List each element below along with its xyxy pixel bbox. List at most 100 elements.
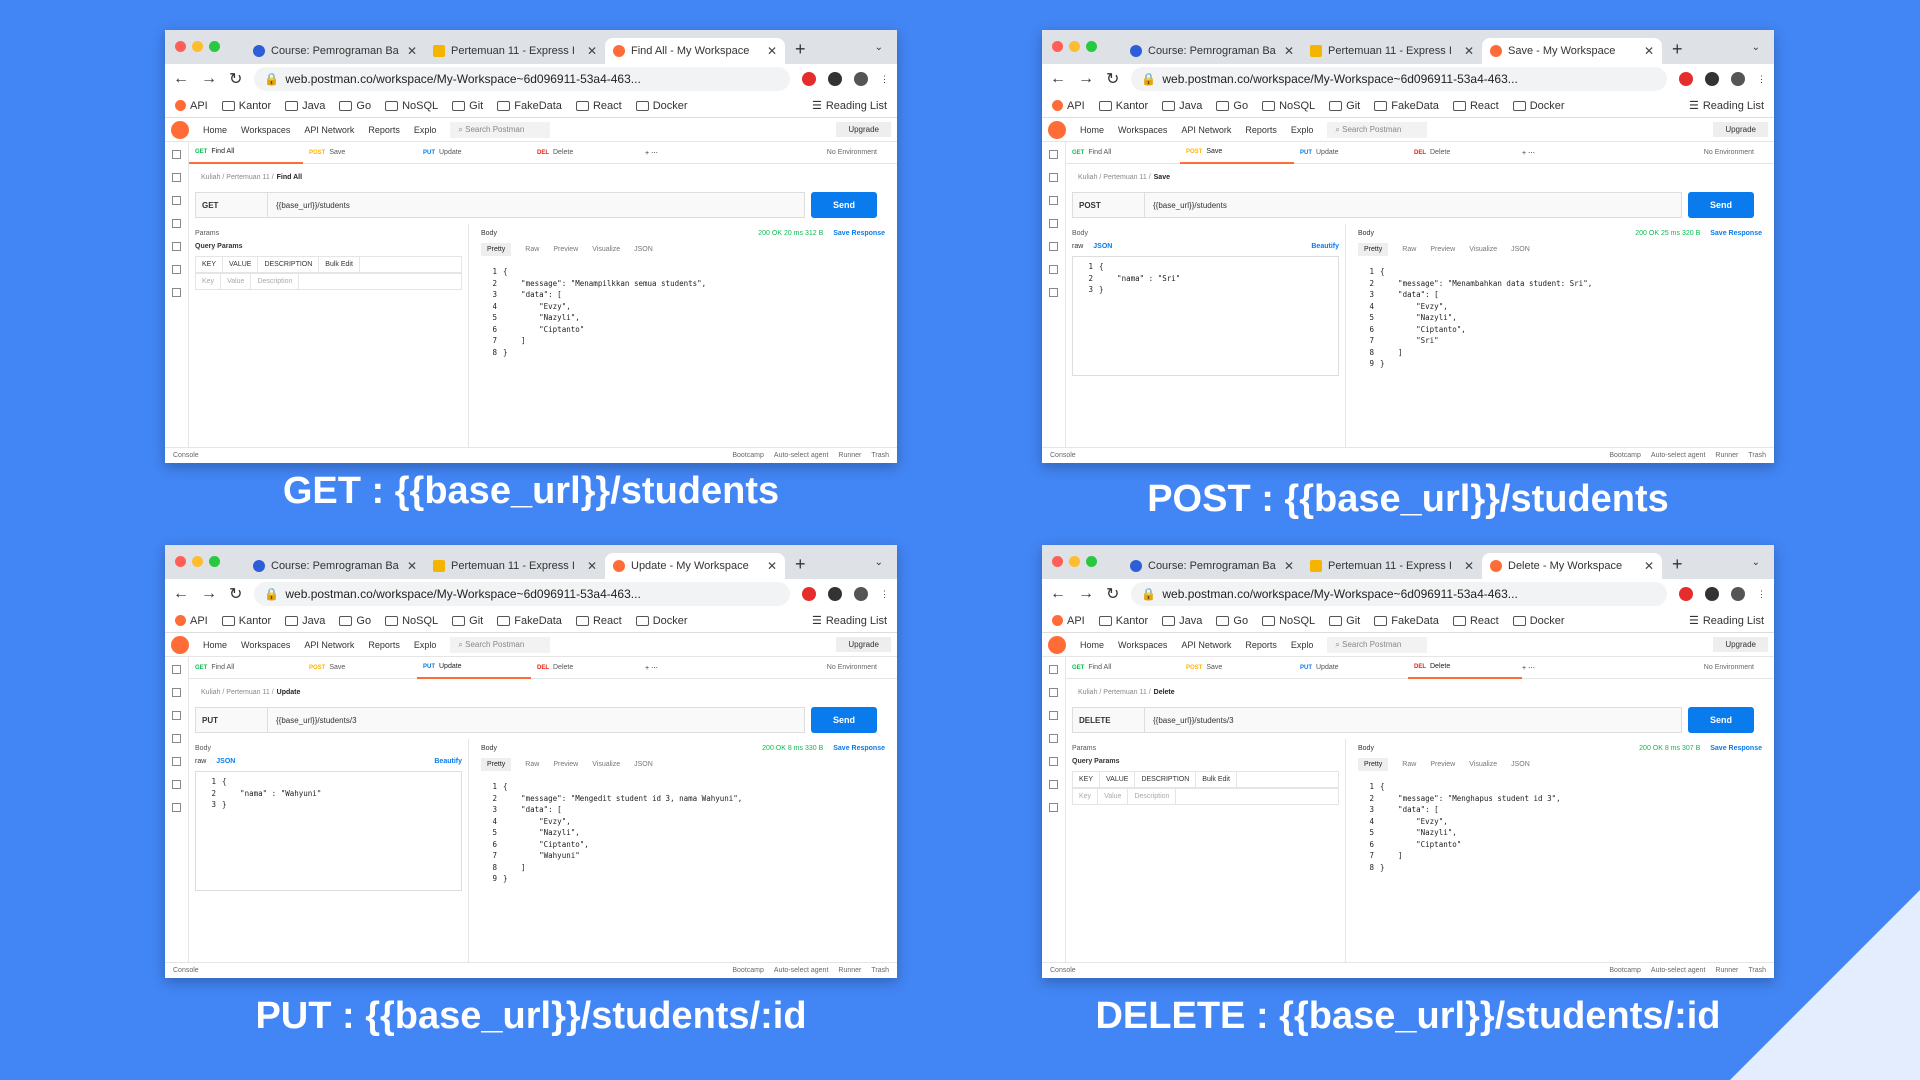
footer-item[interactable]: Bootcamp: [732, 967, 764, 974]
request-tab[interactable]: PUT Update: [417, 142, 531, 164]
response-view-tab[interactable]: JSON: [634, 246, 653, 253]
params-tab[interactable]: Params: [195, 230, 462, 237]
sidebar-icon[interactable]: [172, 711, 181, 720]
footer-item[interactable]: Runner: [1715, 967, 1738, 974]
chevron-down-icon[interactable]: ⌄: [875, 42, 883, 53]
nav-item[interactable]: API Network: [304, 640, 354, 650]
sidebar-icon[interactable]: [172, 688, 181, 697]
bookmark-folder[interactable]: FakeData: [1374, 615, 1439, 627]
browser-tab[interactable]: Course: Pemrograman Ba ✕: [245, 553, 425, 579]
bookmark-folder[interactable]: Java: [1162, 615, 1202, 627]
request-tab[interactable]: PUT Update: [1294, 657, 1408, 679]
request-body-editor[interactable]: 1 2 3 { "nama" : "Wahyuni" }: [195, 771, 462, 891]
close-tab-icon[interactable]: ✕: [407, 559, 417, 573]
sidebar-icon[interactable]: [1049, 288, 1058, 297]
response-view-tab[interactable]: Raw: [525, 246, 539, 253]
bookmark-folder[interactable]: Go: [339, 615, 371, 627]
footer-item[interactable]: Bootcamp: [1609, 967, 1641, 974]
menu-dots-icon[interactable]: ⋮: [1757, 589, 1766, 600]
browser-tab-active[interactable]: Update - My Workspace ✕: [605, 553, 785, 579]
zoom-button[interactable]: [209, 41, 220, 52]
request-tab[interactable]: DEL Delete: [531, 142, 645, 164]
bookmark-folder[interactable]: Go: [339, 100, 371, 112]
bookmark-folder[interactable]: Kantor: [221, 615, 271, 627]
footer-item[interactable]: Trash: [1748, 452, 1766, 459]
console-button[interactable]: Console: [173, 967, 199, 974]
sidebar-icon[interactable]: [172, 803, 181, 812]
reload-icon[interactable]: ↻: [1106, 584, 1119, 604]
response-view-tab[interactable]: JSON: [1511, 761, 1530, 768]
bookmark-api[interactable]: API: [175, 100, 208, 112]
puzzle-icon[interactable]: [828, 587, 842, 601]
browser-tab[interactable]: Pertemuan 11 - Express I ✕: [1302, 38, 1482, 64]
footer-item[interactable]: Trash: [1748, 967, 1766, 974]
add-tab-icon[interactable]: + ⋯: [1522, 664, 1535, 672]
bookmark-folder[interactable]: Git: [452, 615, 483, 627]
send-button[interactable]: Send: [1688, 707, 1754, 733]
add-tab-icon[interactable]: + ⋯: [645, 664, 658, 672]
upgrade-button[interactable]: Upgrade: [1713, 637, 1768, 652]
params-column-header[interactable]: Bulk Edit: [1196, 772, 1237, 787]
nav-item[interactable]: Workspaces: [241, 125, 290, 135]
sidebar-icon[interactable]: [172, 780, 181, 789]
nav-item[interactable]: API Network: [1181, 640, 1231, 650]
send-button[interactable]: Send: [1688, 192, 1754, 218]
close-tab-icon[interactable]: ✕: [767, 559, 777, 573]
chevron-down-icon[interactable]: ⌄: [1752, 42, 1760, 53]
sidebar-icon[interactable]: [172, 150, 181, 159]
sidebar-icon[interactable]: [172, 242, 181, 251]
environment-select[interactable]: No Environment: [827, 149, 897, 156]
avatar[interactable]: [1731, 72, 1745, 86]
bookmark-folder[interactable]: NoSQL: [1262, 100, 1315, 112]
nav-item[interactable]: API Network: [304, 125, 354, 135]
new-tab-button[interactable]: +: [785, 554, 816, 579]
nav-item[interactable]: Home: [203, 640, 227, 650]
chevron-down-icon[interactable]: ⌄: [1752, 557, 1760, 568]
nav-item[interactable]: Explo: [414, 125, 437, 135]
browser-tab[interactable]: Pertemuan 11 - Express I ✕: [425, 553, 605, 579]
response-view-tab[interactable]: Pretty: [1358, 758, 1389, 771]
console-button[interactable]: Console: [1050, 967, 1076, 974]
footer-item[interactable]: Auto-select agent: [1651, 967, 1705, 974]
reading-list[interactable]: ☰ Reading List: [1689, 614, 1764, 628]
close-window-button[interactable]: [1052, 41, 1063, 52]
request-tab[interactable]: GET Find All: [1066, 142, 1180, 164]
browser-tab-active[interactable]: Save - My Workspace ✕: [1482, 38, 1662, 64]
sidebar-icon[interactable]: [172, 219, 181, 228]
bookmark-folder[interactable]: Kantor: [1098, 100, 1148, 112]
save-response-button[interactable]: Save Response: [1710, 745, 1762, 752]
close-tab-icon[interactable]: ✕: [407, 44, 417, 58]
bookmark-folder[interactable]: React: [575, 100, 622, 112]
response-view-tab[interactable]: Visualize: [592, 761, 620, 768]
upgrade-button[interactable]: Upgrade: [836, 637, 891, 652]
close-window-button[interactable]: [175, 556, 186, 567]
bookmark-api[interactable]: API: [175, 615, 208, 627]
browser-tab[interactable]: Course: Pemrograman Ba ✕: [245, 38, 425, 64]
opera-ext-icon[interactable]: [1679, 72, 1693, 86]
back-icon[interactable]: ←: [173, 585, 189, 603]
close-tab-icon[interactable]: ✕: [1464, 44, 1474, 58]
url-field[interactable]: 🔒 web.postman.co/workspace/My-Workspace~6…: [1131, 67, 1667, 91]
new-tab-button[interactable]: +: [1662, 39, 1693, 64]
menu-dots-icon[interactable]: ⋮: [880, 74, 889, 85]
avatar[interactable]: [1731, 587, 1745, 601]
nav-item[interactable]: Reports: [368, 640, 400, 650]
url-field[interactable]: 🔒 web.postman.co/workspace/My-Workspace~6…: [254, 67, 790, 91]
method-select[interactable]: GET: [196, 193, 268, 217]
puzzle-icon[interactable]: [1705, 72, 1719, 86]
browser-tab[interactable]: Course: Pemrograman Ba ✕: [1122, 553, 1302, 579]
bookmark-folder[interactable]: Docker: [1512, 615, 1565, 627]
footer-item[interactable]: Bootcamp: [1609, 452, 1641, 459]
send-button[interactable]: Send: [811, 707, 877, 733]
nav-item[interactable]: Home: [203, 125, 227, 135]
json-select[interactable]: JSON: [1093, 243, 1112, 250]
nav-item[interactable]: Explo: [1291, 125, 1314, 135]
sidebar-icon[interactable]: [1049, 242, 1058, 251]
request-url-input[interactable]: {{base_url}}/students: [268, 201, 350, 210]
close-tab-icon[interactable]: ✕: [1284, 559, 1294, 573]
forward-icon[interactable]: →: [201, 70, 217, 88]
bookmark-folder[interactable]: React: [575, 615, 622, 627]
bookmark-folder[interactable]: NoSQL: [385, 100, 438, 112]
add-tab-icon[interactable]: + ⋯: [645, 149, 658, 157]
send-button[interactable]: Send: [811, 192, 877, 218]
